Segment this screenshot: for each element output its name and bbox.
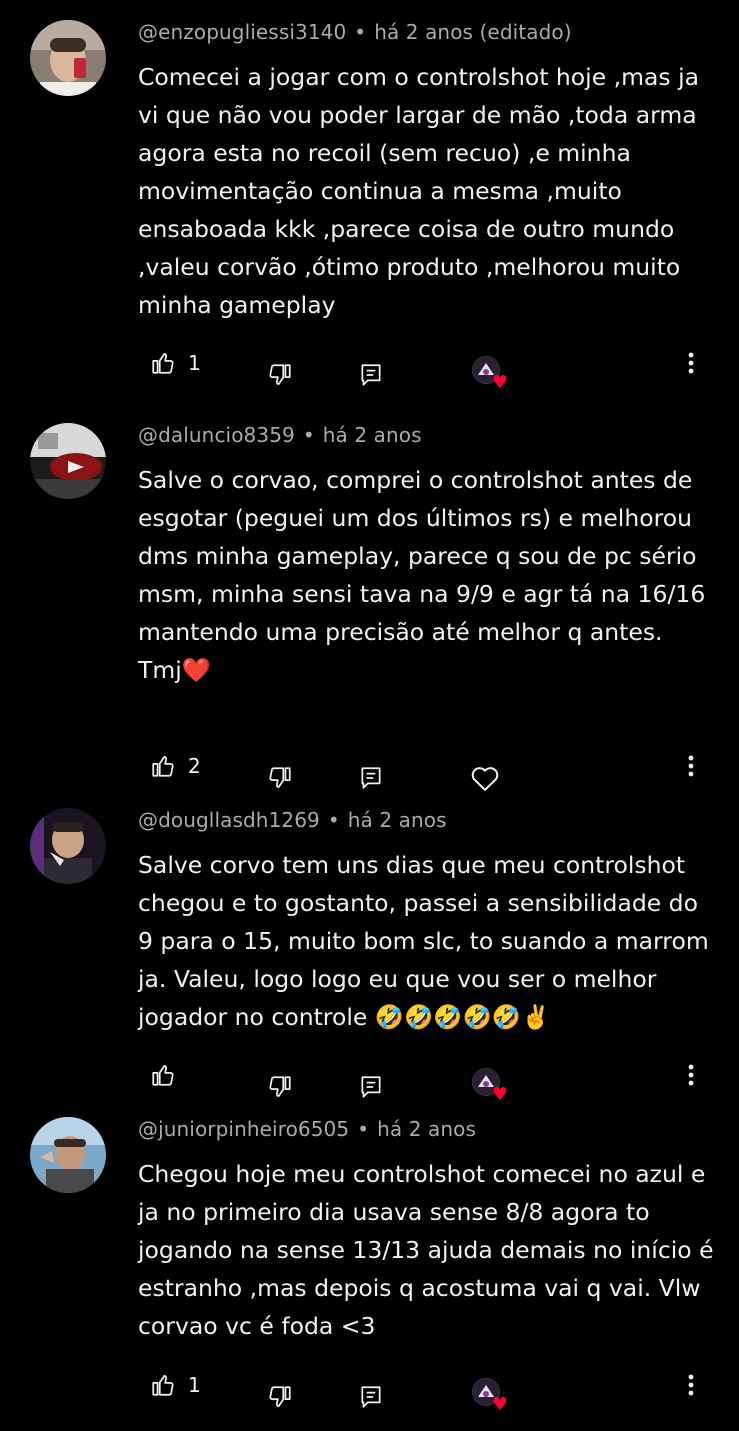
- creator-heart-icon: ♥: [472, 1068, 508, 1104]
- avatar[interactable]: [30, 20, 106, 96]
- like-count: 1: [188, 1373, 201, 1397]
- comment-time: há 2 anos: [377, 1117, 476, 1141]
- comment-text: Comecei a jogar com o controlshot hoje ,…: [138, 63, 700, 319]
- comment-author[interactable]: @enzopugliessi3140: [138, 20, 346, 44]
- like-count: 1: [188, 351, 201, 375]
- reply-icon: [361, 1076, 381, 1098]
- thumb-down-icon: [269, 364, 291, 385]
- comment-author[interactable]: @dougllasdh1269: [138, 808, 320, 832]
- heart-icon: ♥: [491, 1394, 508, 1415]
- comment-meta: @dougllasdh1269 • há 2 anos: [138, 808, 447, 832]
- thumb-down-icon: [269, 1076, 291, 1097]
- reply-button[interactable]: [358, 355, 384, 395]
- more-options-button[interactable]: [680, 343, 702, 383]
- thumb-up-icon: [152, 1065, 174, 1086]
- avatar-image: [30, 20, 106, 96]
- avatar-image: [30, 423, 106, 499]
- reply-icon: [361, 767, 381, 789]
- comment-actions: ♥: [0, 1055, 739, 1104]
- reply-button[interactable]: [358, 1067, 384, 1107]
- dislike-button[interactable]: [267, 1377, 293, 1417]
- thumb-down-icon: [269, 1386, 291, 1407]
- avatar-image: [30, 808, 106, 884]
- comment-text: Salve corvo tem uns dias que meu control…: [138, 851, 709, 1031]
- avatar[interactable]: [30, 1117, 106, 1193]
- comment-meta: @enzopugliessi3140 • há 2 anos (editado): [138, 20, 572, 44]
- creator-heart-icon: ♥: [472, 356, 508, 392]
- comment-author[interactable]: @daluncio8359: [138, 423, 295, 447]
- like-button[interactable]: 2: [150, 746, 201, 786]
- more-options-button[interactable]: [680, 1365, 702, 1405]
- heart-icon: ♥: [491, 1084, 508, 1105]
- avatar-image: [30, 1117, 106, 1193]
- separator-dot: •: [354, 20, 367, 44]
- comment-text: Chegou hoje meu controlshot comecei no a…: [138, 1160, 714, 1340]
- like-button[interactable]: 1: [150, 1365, 201, 1405]
- comment-text: Salve o corvao, comprei o controlshot an…: [138, 466, 706, 684]
- creator-heart-icon: ♥: [472, 1378, 508, 1414]
- more-vert-icon: [688, 755, 694, 777]
- creator-heart-badge[interactable]: ♥: [472, 1373, 508, 1414]
- thumb-up-icon: [152, 756, 174, 777]
- avatar[interactable]: [30, 423, 106, 499]
- comment-actions: 2: [0, 746, 739, 791]
- comment-time: há 2 anos: [322, 423, 422, 447]
- reply-icon: [361, 1386, 381, 1408]
- creator-heart-badge[interactable]: ♥: [472, 1063, 508, 1104]
- like-button[interactable]: 1: [150, 343, 201, 383]
- thumb-up-icon: [152, 353, 174, 374]
- avatar[interactable]: [30, 808, 106, 884]
- creator-heart-badge[interactable]: ♥: [472, 351, 508, 392]
- dislike-button[interactable]: [267, 758, 293, 798]
- comment-author[interactable]: @juniorpinheiro6505: [138, 1117, 349, 1141]
- separator-dot: •: [327, 808, 340, 832]
- thumb-up-icon: [152, 1375, 174, 1396]
- heart-button[interactable]: [470, 758, 500, 798]
- separator-dot: •: [357, 1117, 370, 1141]
- like-button[interactable]: [150, 1055, 188, 1095]
- comment-time: há 2 anos (editado): [374, 20, 572, 44]
- dislike-button[interactable]: [267, 1067, 293, 1107]
- more-options-button[interactable]: [680, 1055, 702, 1095]
- heart-outline-icon: [471, 767, 499, 791]
- separator-dot: •: [302, 423, 315, 447]
- more-vert-icon: [688, 1374, 694, 1396]
- comment-actions: 1 ♥: [0, 343, 739, 392]
- heart-icon: ♥: [491, 372, 508, 393]
- more-vert-icon: [688, 352, 694, 374]
- reply-button[interactable]: [358, 1377, 384, 1417]
- comment-meta: @juniorpinheiro6505 • há 2 anos: [138, 1117, 476, 1141]
- like-count: 2: [188, 754, 201, 778]
- dislike-button[interactable]: [267, 355, 293, 395]
- comment-meta: @daluncio8359 • há 2 anos: [138, 423, 422, 447]
- thumb-down-icon: [269, 767, 291, 788]
- more-options-button[interactable]: [680, 746, 702, 786]
- comment-time: há 2 anos: [347, 808, 447, 832]
- reply-button[interactable]: [358, 758, 384, 798]
- more-vert-icon: [688, 1064, 694, 1086]
- comment-actions: 1 ♥: [0, 1365, 739, 1414]
- reply-icon: [361, 364, 381, 386]
